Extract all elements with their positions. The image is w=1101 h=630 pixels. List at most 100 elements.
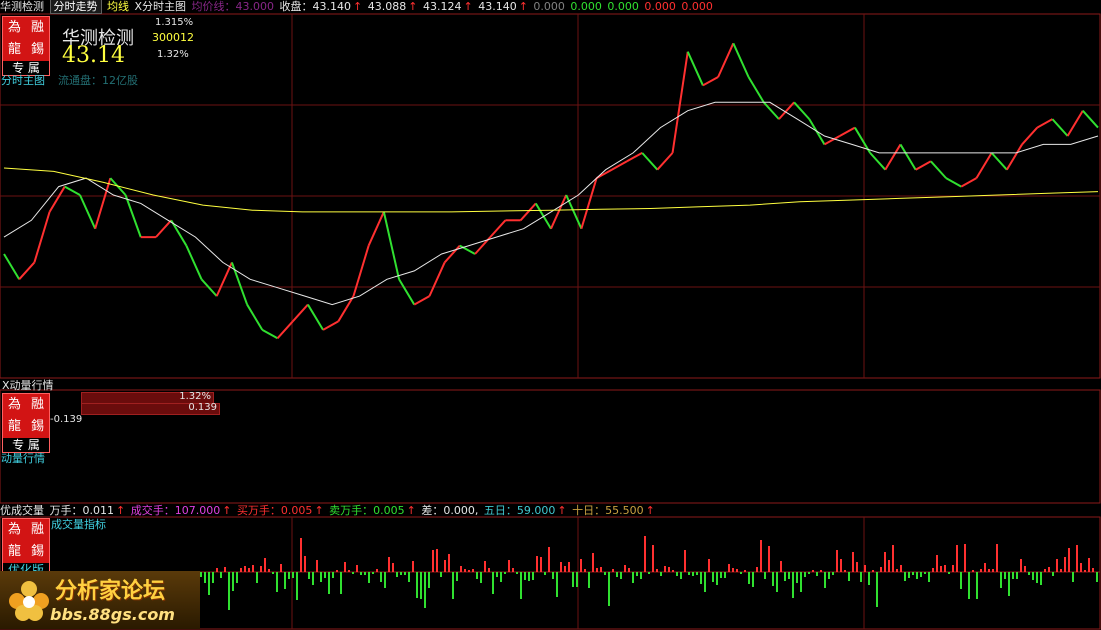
volume-bar (636, 572, 638, 576)
volume-bar (760, 540, 762, 572)
price-segment (261, 328, 278, 340)
volume-bar (380, 572, 382, 582)
up-arrow-icon: ↑ (518, 0, 528, 13)
price-segment (1082, 110, 1099, 129)
volume-bar (1064, 557, 1066, 572)
volume-bar (1060, 569, 1062, 572)
volume-bar (996, 544, 998, 572)
volume-bar (1040, 572, 1042, 585)
volume-bar (716, 572, 718, 585)
tab-avg-line[interactable]: 均线 (107, 0, 129, 13)
price-segment (747, 76, 765, 103)
volume-bar (612, 569, 614, 572)
volume-bar (560, 562, 562, 572)
volume-bar (888, 560, 890, 572)
vol-diff: 差：0.000, (421, 504, 479, 517)
badge-char: 融 (30, 522, 44, 537)
volume-bar (304, 556, 306, 572)
volume-bar (252, 565, 254, 572)
tab-formula[interactable]: X分时主图 (135, 0, 187, 13)
volume-bar (828, 572, 830, 579)
badge-char: 龍 (7, 42, 21, 57)
price-segment (975, 152, 993, 179)
volume-bar (596, 568, 598, 572)
volume-bar (916, 572, 918, 579)
volume-bar (244, 566, 246, 572)
volume-bar (348, 570, 350, 572)
volume-bar (1072, 572, 1074, 582)
volume-bar (476, 572, 478, 579)
volume-bar (908, 572, 910, 578)
volume-bar (740, 572, 742, 574)
volume-bar (536, 556, 538, 572)
volume-indicator[interactable]: 成交量指标 (51, 516, 106, 532)
volume-bar (660, 572, 662, 576)
momentum-label[interactable]: 动量行情 (1, 450, 45, 466)
volume-bar (1044, 569, 1046, 572)
volume-bar (324, 572, 326, 578)
volume-bar (564, 566, 566, 572)
volume-bar (284, 572, 286, 589)
price-segment (1036, 118, 1053, 129)
price-segment (322, 320, 339, 331)
volume-bar (920, 572, 922, 577)
volume-bar (692, 572, 694, 576)
vol-chengjiao: 成交手：107.000 (130, 504, 221, 517)
volume-bar (924, 572, 926, 574)
volume-bar (228, 572, 230, 610)
volume-bar (1024, 566, 1026, 572)
volume-bar (928, 572, 930, 582)
volume-bar (496, 572, 498, 577)
volume-bar (628, 568, 630, 572)
volume-bar (724, 572, 726, 578)
badge-char: 為 (7, 20, 21, 35)
price-segment (519, 202, 537, 221)
price-segment (352, 245, 370, 297)
tab-time-trend[interactable]: 分时走势 (49, 0, 102, 14)
formula-label[interactable]: 分时主图 (1, 72, 45, 88)
volume-bar (856, 562, 858, 572)
volume-bar (548, 547, 550, 572)
price-segment (276, 320, 294, 339)
price-segment (702, 76, 719, 87)
volume-bar (1016, 572, 1018, 579)
volume-bar (764, 572, 766, 579)
badge-char: 融 (30, 397, 44, 412)
volume-bar (572, 572, 574, 587)
volume-bar (440, 572, 442, 577)
volume-bar (436, 549, 438, 572)
momentum-neg: -0.139 (50, 414, 83, 425)
volume-bar (428, 572, 430, 588)
up-arrow-icon: ↑ (353, 0, 363, 13)
volume-bar (960, 572, 962, 589)
volume-bar (1012, 572, 1014, 579)
volume-bar (1028, 572, 1030, 575)
header-close: 收盘：43.140 (279, 0, 352, 13)
volume-bar (836, 550, 838, 572)
volume-bar (720, 572, 722, 578)
volume-bar (212, 572, 214, 583)
volume-bar (576, 572, 578, 587)
volume-bar (588, 572, 590, 588)
series-layer (3, 42, 1099, 340)
volume-bar (832, 572, 834, 575)
momentum-bar-2-value: 0.139 (188, 402, 217, 413)
volume-bar (368, 572, 370, 583)
volume-bar (776, 572, 778, 592)
volume-bar (752, 572, 754, 587)
momentum-title: X动量行情 (2, 379, 54, 392)
volume-bar (644, 536, 646, 572)
avg-price-line (3, 167, 1099, 213)
price-segment (565, 194, 583, 230)
volume-bar (676, 572, 678, 576)
volume-bar (964, 544, 966, 572)
volume-bar (260, 566, 262, 572)
price-segment (656, 152, 674, 171)
volume-bar (872, 570, 874, 572)
badge-char: 龍 (7, 419, 21, 434)
volume-bar (316, 560, 318, 572)
price-segment (185, 245, 203, 280)
volume-bar (288, 572, 290, 579)
volume-bar (384, 572, 386, 588)
volume-bar (844, 570, 846, 572)
